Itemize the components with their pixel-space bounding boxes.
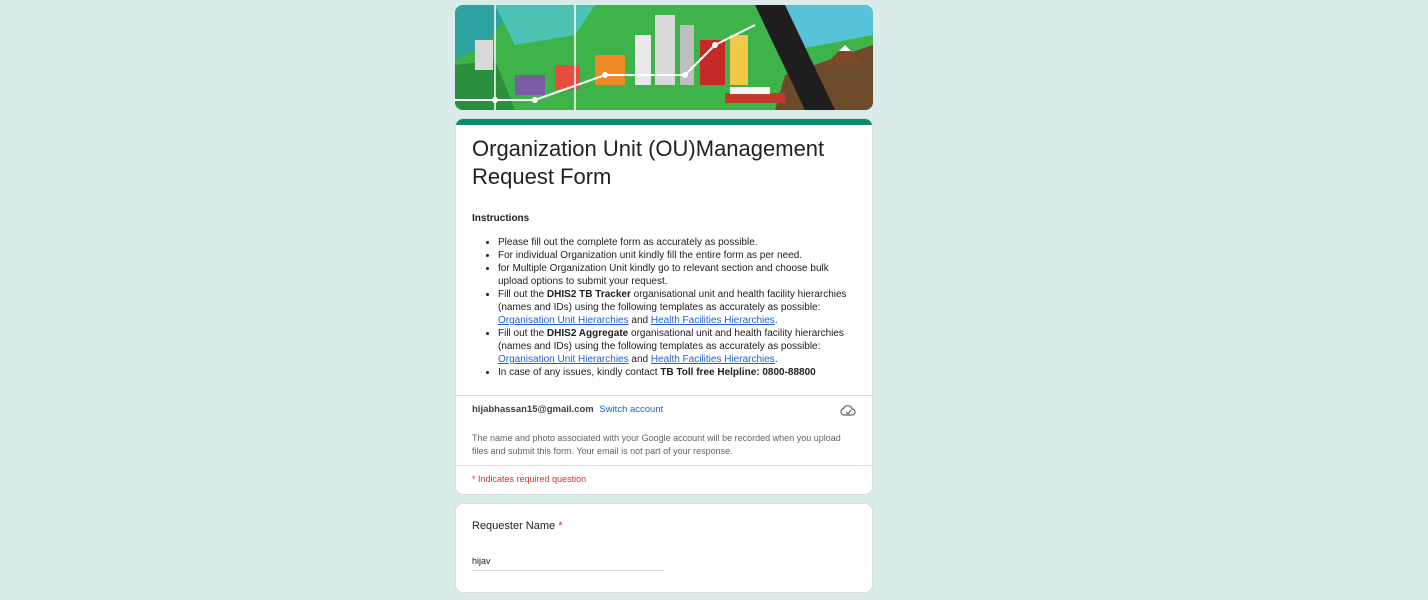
account-email: hijabhassan15@gmail.com <box>472 404 594 415</box>
instruction-item: Fill out the DHIS2 TB Tracker organisati… <box>498 288 856 327</box>
instruction-item: In case of any issues, kindly contact TB… <box>498 366 856 379</box>
account-row: hijabhassan15@gmail.com Switch account <box>456 396 872 426</box>
instruction-item: For individual Organization unit kindly … <box>498 249 856 262</box>
cloud-off-icon[interactable] <box>840 404 856 416</box>
account-section: hijabhassan15@gmail.com Switch account T… <box>455 395 873 495</box>
question-label: Requester Name * <box>472 520 563 532</box>
requester-name-input[interactable] <box>472 554 664 571</box>
instruction-item: Please fill out the complete form as acc… <box>498 236 856 249</box>
instruction-item: for Multiple Organization Unit kindly go… <box>498 262 856 288</box>
switch-account-link[interactable]: Switch account <box>599 404 663 415</box>
form-title: Organization Unit (OU)Management Request… <box>472 136 825 189</box>
instructions-heading: Instructions <box>472 213 530 224</box>
required-note: * Indicates required question <box>472 474 587 484</box>
instruction-item: Fill out the DHIS2 Aggregate organisatio… <box>498 327 856 366</box>
header-banner-image <box>455 5 873 110</box>
account-notice: The name and photo associated with your … <box>472 433 841 456</box>
health-facilities-hierarchies-link[interactable]: Health Facilities Hierarchies <box>651 315 775 326</box>
form-description: Instructions Please fill out the complet… <box>472 213 856 379</box>
org-unit-hierarchies-link[interactable]: Organisation Unit Hierarchies <box>498 354 629 365</box>
instructions-list: Please fill out the complete form as acc… <box>472 236 856 379</box>
question-card: Requester Name * <box>455 503 873 593</box>
health-facilities-hierarchies-link[interactable]: Health Facilities Hierarchies <box>651 354 775 365</box>
accent-bar <box>456 119 872 125</box>
required-star: * <box>558 520 563 532</box>
org-unit-hierarchies-link[interactable]: Organisation Unit Hierarchies <box>498 315 629 326</box>
